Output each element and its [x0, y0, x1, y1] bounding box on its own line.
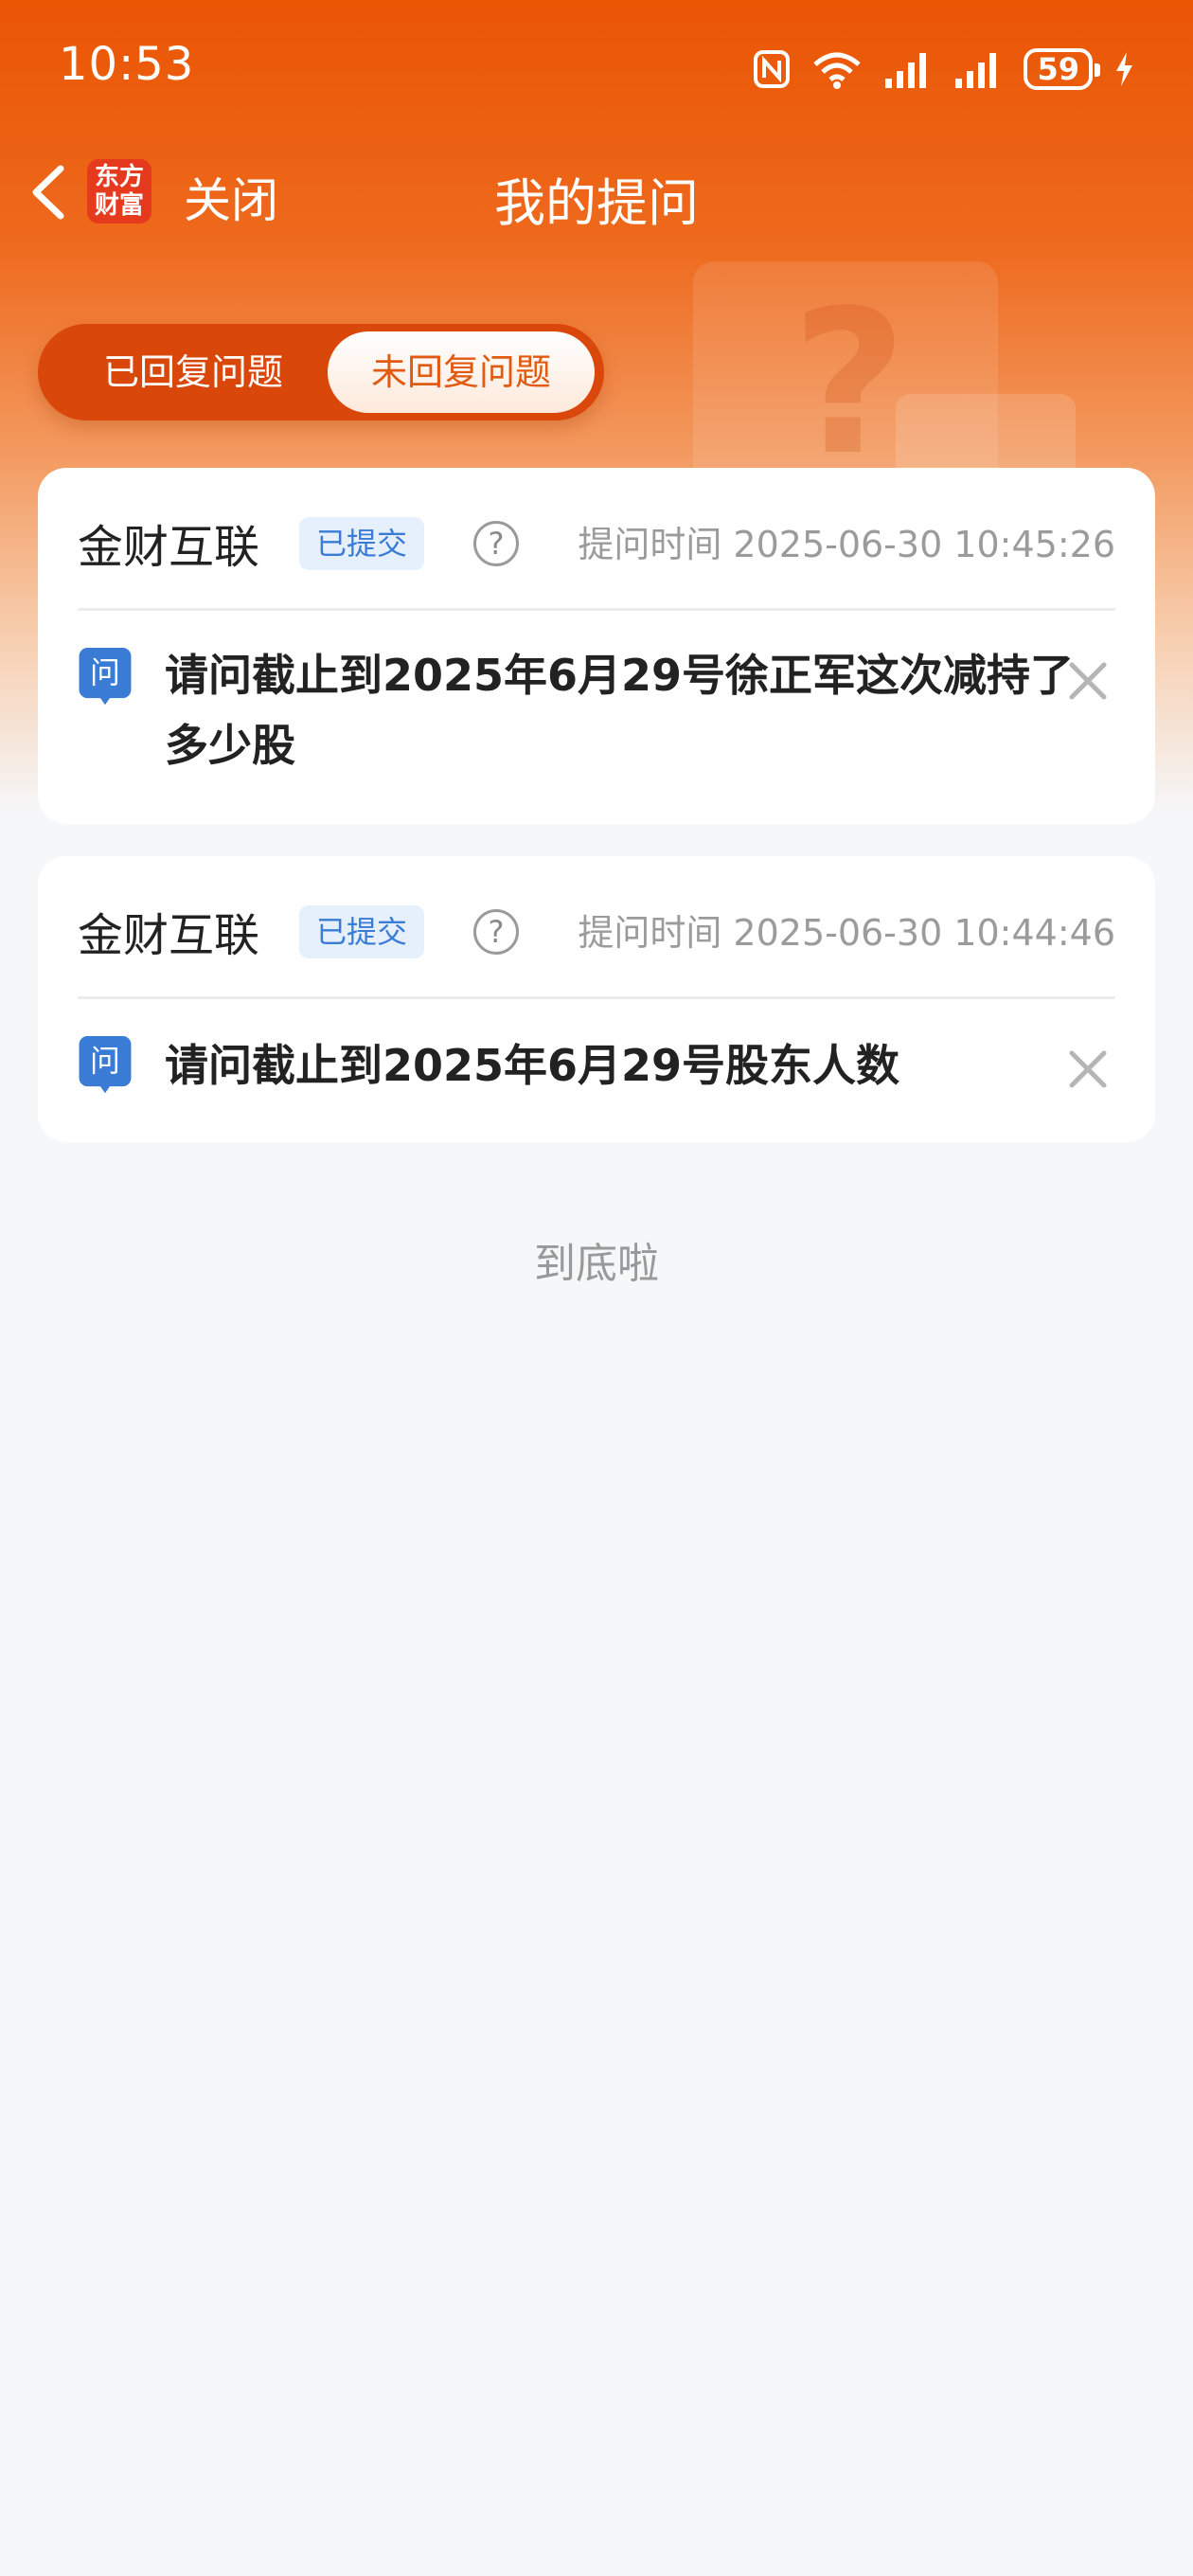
question-card[interactable]: 金财互联 已提交 ? 提问时间 2025-06-30 10:44:46 问 请问… [38, 856, 1155, 1142]
help-icon[interactable]: ? [473, 521, 519, 566]
question-card-header: 金财互联 已提交 ? 提问时间 2025-06-30 10:45:26 [78, 468, 1115, 610]
battery-indicator: 59 [1024, 48, 1100, 90]
end-of-list: 到底啦 [534, 1240, 659, 1288]
question-time: 提问时间 2025-06-30 10:45:26 [578, 524, 1115, 565]
status-time: 10:53 [59, 38, 195, 91]
question-icon: 问 [79, 1036, 132, 1094]
tab-unreplied[interactable]: 未回复问题 [328, 331, 595, 413]
signal-icon-2 [955, 53, 997, 88]
company-name: 金财互联 [78, 521, 260, 574]
signal-icon [885, 53, 927, 88]
divider [78, 608, 1115, 611]
question-time: 提问时间 2025-06-30 10:44:46 [578, 912, 1115, 954]
question-card[interactable]: 金财互联 已提交 ? 提问时间 2025-06-30 10:45:26 问 请问… [38, 468, 1155, 824]
company-name: 金财互联 [78, 909, 260, 962]
wifi-icon [813, 52, 862, 89]
page-title: 我的提问 [494, 173, 699, 233]
status-icons: 59 [753, 45, 1134, 93]
charging-icon [1116, 52, 1132, 86]
tab-replied[interactable]: 已回复问题 [51, 331, 335, 413]
help-icon[interactable]: ? [473, 909, 519, 955]
nfc-icon [754, 50, 791, 88]
status-badge: 已提交 [299, 517, 425, 570]
divider [78, 996, 1115, 999]
status-badge: 已提交 [299, 905, 425, 958]
status-bar: 10:53 59 [0, 0, 1193, 133]
question-mark-illustration: ? [792, 267, 907, 499]
question-icon-label: 问 [90, 1043, 120, 1079]
question-card-header: 金财互联 已提交 ? 提问时间 2025-06-30 10:44:46 [78, 856, 1115, 998]
question-text: 请问截止到2025年6月29号徐正军这次减持了多少股 [165, 650, 1075, 771]
close-icon[interactable] [1066, 1047, 1110, 1091]
close-icon[interactable] [1066, 659, 1110, 703]
question-icon-label: 问 [90, 654, 120, 690]
question-text: 请问截止到2025年6月29号股东人数 [165, 1040, 900, 1091]
navigation-bar: 东方 财富 关闭 我的提问 [0, 142, 1193, 246]
question-tabs: 已回复问题 未回复问题 [38, 324, 604, 420]
question-icon: 问 [79, 648, 132, 706]
